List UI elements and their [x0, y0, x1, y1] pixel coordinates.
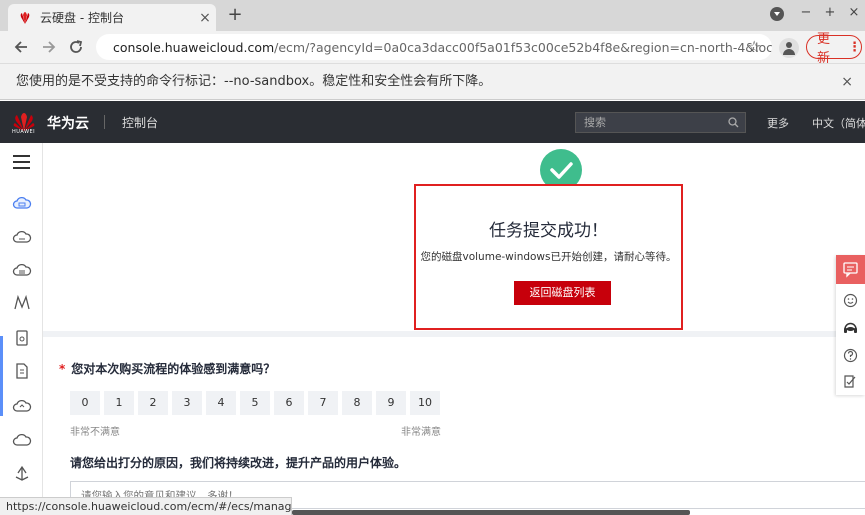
- score-option[interactable]: 6: [274, 391, 304, 415]
- cloud-backup-icon[interactable]: [12, 430, 32, 450]
- tab-search-icon[interactable]: [770, 7, 784, 21]
- window-minimize-button[interactable]: −: [796, 5, 816, 20]
- chat-icon[interactable]: [836, 255, 865, 284]
- url-domain: console.huaweicloud.com: [113, 39, 275, 55]
- smile-icon[interactable]: [836, 286, 865, 315]
- score-option[interactable]: 0: [70, 391, 100, 415]
- sandbox-warning-infobar: 您使用的是不受支持的命令行标记：--no-sandbox。稳定性和安全性会有所下…: [0, 63, 865, 100]
- header-divider: [104, 115, 105, 129]
- tab-title: 云硬盘 - 控制台: [40, 11, 124, 25]
- feedback-icon[interactable]: [836, 367, 865, 396]
- storage-icon[interactable]: [12, 328, 32, 348]
- score-high-label: 非常满意: [401, 427, 441, 438]
- main-content: 任务提交成功！ 您的磁盘volume-windows已开始创建，请耐心等待。 返…: [43, 143, 865, 515]
- window-close-button[interactable]: ×: [844, 5, 864, 20]
- rail-active-indicator: [0, 336, 3, 416]
- survey-question-2: 请您给出打分的原因，我们将持续改进，提升产品的用户体验。: [70, 456, 407, 470]
- survey-question-1: * 您对本次购买流程的体验感到满意吗？: [59, 360, 275, 377]
- search-placeholder: 搜索: [584, 116, 606, 129]
- cloud-sync-icon[interactable]: [12, 396, 32, 416]
- tab-close-icon[interactable]: ×: [194, 10, 216, 26]
- cloud-server-icon[interactable]: [12, 260, 32, 280]
- score-option[interactable]: 1: [104, 391, 134, 415]
- cloud-disk-icon[interactable]: [12, 193, 32, 213]
- score-option[interactable]: 7: [308, 391, 338, 415]
- headset-icon[interactable]: [836, 313, 865, 342]
- success-title: 任务提交成功！: [489, 221, 608, 241]
- more-options-icon: ⋮: [848, 39, 861, 55]
- brand-name[interactable]: 华为云: [47, 113, 89, 133]
- score-option[interactable]: 8: [342, 391, 372, 415]
- console-link[interactable]: 控制台: [122, 114, 158, 131]
- cloud-icon[interactable]: [12, 227, 32, 247]
- update-button[interactable]: 更新 ⋮: [806, 32, 862, 66]
- new-tab-button[interactable]: +: [224, 4, 246, 26]
- status-bar-url: https://console.huaweicloud.com/ecm/#/ec…: [0, 497, 292, 515]
- profile-avatar-icon[interactable]: [779, 38, 799, 58]
- search-icon[interactable]: [728, 117, 739, 128]
- survey-question-1-text: 您对本次购买流程的体验感到满意吗？: [71, 362, 276, 376]
- browser-toolbar: console.huaweicloud.com/ecm/?agencyId=0a…: [0, 31, 865, 66]
- document-icon[interactable]: [12, 361, 32, 381]
- score-option[interactable]: 5: [240, 391, 270, 415]
- browser-tab-bar: 云硬盘 - 控制台 × + − + ×: [0, 0, 865, 31]
- infobar-message: 您使用的是不受支持的命令行标记：--no-sandbox。稳定性和安全性会有所下…: [16, 74, 492, 89]
- forward-icon[interactable]: [38, 36, 60, 58]
- return-to-disk-list-button[interactable]: 返回磁盘列表: [514, 281, 611, 305]
- help-icon[interactable]: [836, 341, 865, 370]
- required-mark: *: [59, 362, 66, 376]
- console-search-input[interactable]: 搜索: [575, 112, 746, 133]
- bookmark-star-icon[interactable]: ☆: [747, 37, 761, 56]
- update-label: 更新: [817, 32, 831, 66]
- logo-text: HUAWEI: [12, 129, 36, 135]
- window-maximize-button[interactable]: +: [820, 5, 840, 20]
- floating-toolbar: [836, 255, 865, 395]
- deploy-icon[interactable]: [12, 464, 32, 484]
- menu-icon[interactable]: [13, 155, 30, 169]
- console-header: HUAWEI 华为云 控制台 搜索 更多 中文（简体: [0, 101, 865, 143]
- infobar-close-icon[interactable]: ×: [841, 64, 853, 100]
- success-panel: 任务提交成功！ 您的磁盘volume-windows已开始创建，请耐心等待。 返…: [414, 184, 683, 330]
- address-bar[interactable]: console.huaweicloud.com/ecm/?agencyId=0a…: [96, 34, 772, 60]
- score-option[interactable]: 4: [206, 391, 236, 415]
- huawei-favicon-icon: [20, 11, 30, 24]
- service-rail: [0, 143, 43, 515]
- browser-tab[interactable]: 云硬盘 - 控制台 ×: [8, 4, 216, 31]
- more-menu[interactable]: 更多: [767, 115, 789, 131]
- score-low-label: 非常不满意: [70, 427, 120, 438]
- score-option[interactable]: 10: [410, 391, 440, 415]
- score-option[interactable]: 3: [172, 391, 202, 415]
- score-option[interactable]: 9: [376, 391, 406, 415]
- success-description: 您的磁盘volume-windows已开始创建，请耐心等待。: [420, 251, 677, 263]
- horizontal-scrollbar[interactable]: [292, 510, 690, 515]
- language-selector[interactable]: 中文（简体: [812, 115, 865, 131]
- network-icon[interactable]: [12, 293, 32, 313]
- score-options: 0 1 2 3 4 5 6 7 8 9 10: [70, 391, 440, 415]
- satisfaction-survey: * 您对本次购买流程的体验感到满意吗？ 0 1 2 3 4 5 6 7 8 9 1…: [43, 337, 865, 515]
- url-path: /ecm/?agencyId=0a0ca3dacc00f5a01f53c00ce…: [274, 39, 772, 55]
- reload-icon[interactable]: [65, 36, 87, 58]
- back-icon[interactable]: [10, 36, 32, 58]
- score-option[interactable]: 2: [138, 391, 168, 415]
